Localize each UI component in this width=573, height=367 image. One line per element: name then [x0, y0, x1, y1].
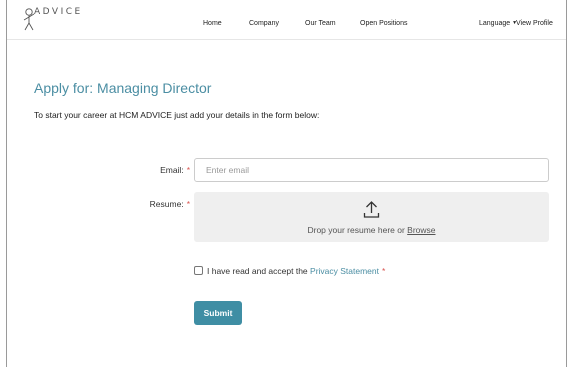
page-title: Apply for: Managing Director [34, 80, 212, 96]
browse-link[interactable]: Browse [407, 225, 435, 235]
nav-language-dropdown[interactable]: Language ▼ [479, 20, 517, 27]
brand-logo[interactable]: ADVICE [21, 7, 83, 34]
required-mark: * [382, 266, 386, 276]
required-mark: * [186, 165, 190, 175]
privacy-statement-link[interactable]: Privacy Statement [310, 266, 379, 276]
dropzone-text: Drop your resume here or Browse [194, 225, 549, 235]
email-field[interactable] [194, 158, 549, 182]
logo-text: ADVICE [34, 7, 83, 17]
language-label: Language [479, 20, 511, 27]
dropzone-instruction: Drop your resume here or [307, 225, 408, 235]
page-frame: ADVICE Home Company Our Team Open Positi… [6, 0, 567, 367]
privacy-consent: I have read and accept the Privacy State… [194, 266, 385, 276]
nav-home[interactable]: Home [203, 20, 222, 27]
nav-open-positions[interactable]: Open Positions [360, 20, 407, 27]
email-label-text: Email: [160, 165, 184, 175]
required-mark: * [186, 199, 190, 209]
nav-view-profile[interactable]: View Profile [516, 20, 553, 27]
top-navbar: ADVICE Home Company Our Team Open Positi… [7, 0, 566, 40]
nav-company[interactable]: Company [249, 20, 279, 27]
resume-dropzone[interactable]: Drop your resume here or Browse [194, 192, 549, 242]
nav-our-team[interactable]: Our Team [305, 20, 336, 27]
submit-button[interactable]: Submit [194, 301, 242, 325]
resume-label-text: Resume: [149, 199, 184, 209]
upload-icon [363, 201, 380, 218]
resume-label: Resume: * [107, 199, 190, 209]
email-label: Email: * [107, 165, 190, 175]
intro-text: To start your career at HCM ADVICE just … [34, 110, 320, 120]
privacy-checkbox[interactable] [194, 266, 203, 275]
consent-text: I have read and accept the [207, 266, 311, 276]
